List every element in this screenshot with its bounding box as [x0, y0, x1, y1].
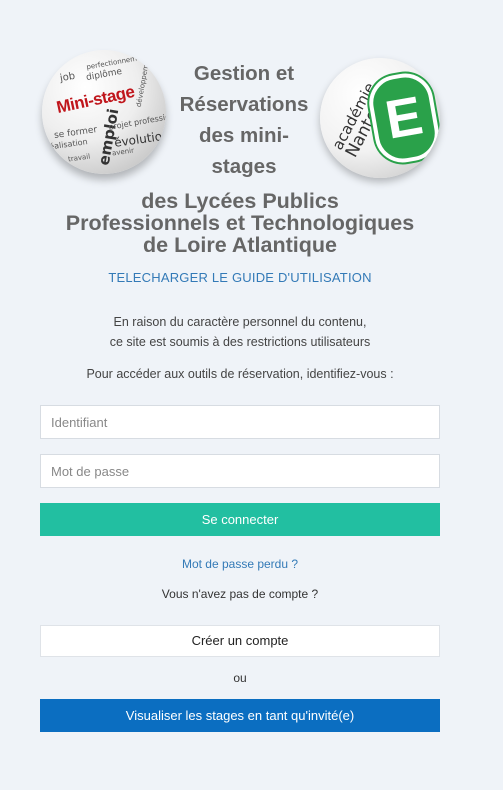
page-subtitle: des Lycées Publics Professionnels et Tec…: [0, 190, 480, 256]
logo-main-word: Mini-stage: [54, 81, 137, 118]
no-account-text: Vous n'avez pas de compte ?: [161, 587, 319, 601]
mini-stage-logo: perfectionnement job diplôme développeme…: [42, 50, 166, 174]
subtitle-line-3: de Loire Atlantique: [143, 233, 337, 257]
restriction-notice: En raison du caractère personnel du cont…: [0, 312, 480, 352]
or-separator: ou: [233, 671, 247, 685]
logo-word: travail: [67, 152, 91, 164]
notice-line-2: ce site est soumis à des restrictions ut…: [109, 335, 371, 349]
academie-badge-icon: E: [364, 69, 440, 167]
identify-prompt: Pour accéder aux outils de réservation, …: [86, 367, 394, 381]
guest-view-button[interactable]: Visualiser les stages en tant qu'invité(…: [40, 699, 440, 732]
logo-word: job: [59, 70, 77, 85]
subtitle-line-1: des Lycées Publics: [141, 189, 339, 213]
notice-line-1: En raison du caractère personnel du cont…: [113, 315, 367, 329]
logo-word: avenir: [111, 146, 135, 158]
create-account-button[interactable]: Créer un compte: [40, 625, 440, 657]
academie-nantes-logo: académie Nantes E: [320, 58, 440, 178]
page-title-top: Gestion et Réservations des mini-stages: [179, 62, 309, 178]
username-input[interactable]: [40, 405, 440, 439]
subtitle-line-2: Professionnels et Technologiques: [65, 211, 415, 235]
download-guide-link[interactable]: TELECHARGER LE GUIDE D'UTILISATION: [0, 270, 480, 285]
lost-password-link[interactable]: Mot de passe perdu ?: [0, 557, 480, 571]
logo-word: réalisation: [45, 137, 89, 152]
password-input[interactable]: [40, 454, 440, 488]
logo-word: évolution: [113, 128, 166, 150]
connect-button[interactable]: Se connecter: [40, 503, 440, 536]
header: perfectionnement job diplôme développeme…: [0, 0, 503, 180]
